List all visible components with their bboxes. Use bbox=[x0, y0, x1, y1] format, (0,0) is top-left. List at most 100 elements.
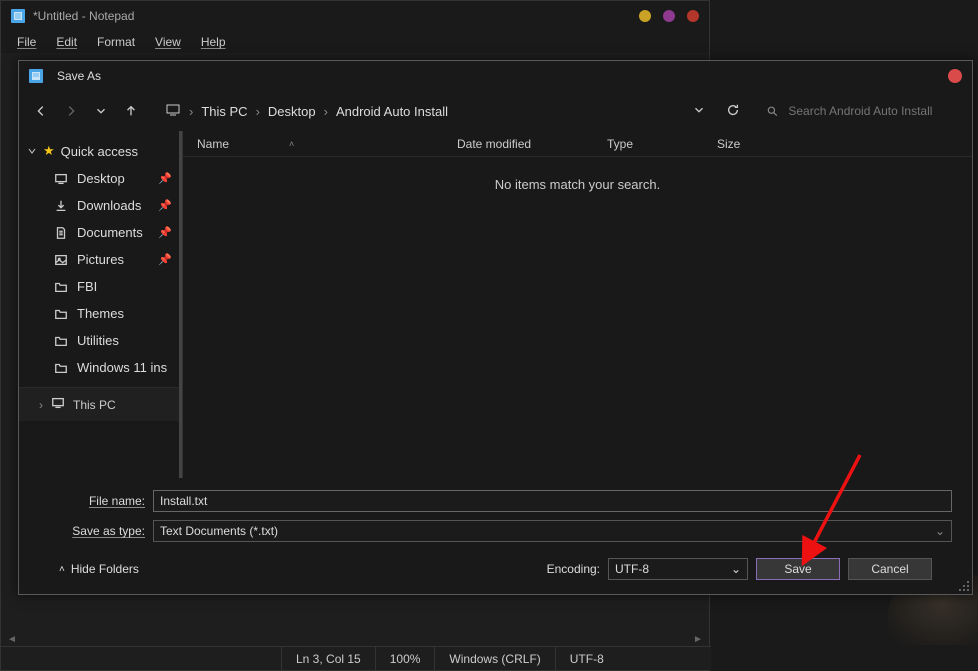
pc-icon bbox=[165, 102, 181, 121]
menubar: File Edit Format View Help bbox=[1, 31, 709, 53]
column-headers[interactable]: Name˄ Date modified Type Size bbox=[183, 131, 972, 157]
chevron-down-icon: ⌄ bbox=[935, 524, 945, 538]
folder-icon bbox=[53, 361, 69, 375]
sidebar-item-label: Desktop bbox=[77, 171, 125, 186]
nav-back-button[interactable] bbox=[31, 101, 51, 121]
breadcrumb[interactable]: › This PC › Desktop › Android Auto Insta… bbox=[165, 102, 448, 121]
horizontal-scrollbar[interactable]: ◄ ► bbox=[5, 632, 705, 646]
sidebar-item-pictures[interactable]: Pictures 📌 bbox=[19, 246, 182, 273]
col-name[interactable]: Name˄ bbox=[183, 137, 443, 151]
cancel-button-label: Cancel bbox=[871, 562, 908, 576]
dialog-icon bbox=[29, 69, 43, 83]
savetype-row: Save as type: Text Documents (*.txt) ⌄ bbox=[39, 520, 952, 542]
breadcrumb-thispc[interactable]: This PC bbox=[201, 104, 247, 119]
save-as-dialog: Save As › This PC › Desktop › Android Au… bbox=[18, 60, 973, 595]
sidebar-item-downloads[interactable]: Downloads 📌 bbox=[19, 192, 182, 219]
bottom-row: ˄ Hide Folders Encoding: UTF-8 ⌄ Save Ca… bbox=[39, 550, 952, 580]
dialog-footer: File name: Save as type: Text Documents … bbox=[19, 478, 972, 594]
statusbar-spacer bbox=[1, 647, 281, 670]
filename-label: File name: bbox=[39, 494, 145, 508]
minimize-button[interactable] bbox=[639, 10, 651, 22]
save-button-label: Save bbox=[784, 562, 811, 576]
save-button[interactable]: Save bbox=[756, 558, 840, 580]
statusbar-zoom: 100% bbox=[375, 647, 435, 670]
search-icon bbox=[766, 104, 778, 118]
window-title: *Untitled - Notepad bbox=[33, 9, 134, 23]
maximize-button[interactable] bbox=[663, 10, 675, 22]
breadcrumb-sep: › bbox=[324, 104, 328, 119]
star-icon: ★ bbox=[43, 143, 55, 159]
downloads-icon bbox=[53, 199, 69, 213]
sidebar-item-themes[interactable]: Themes bbox=[19, 300, 182, 327]
notepad-titlebar[interactable]: *Untitled - Notepad bbox=[1, 1, 709, 31]
statusbar-eol: Windows (CRLF) bbox=[434, 647, 554, 670]
sidebar-item-documents[interactable]: Documents 📌 bbox=[19, 219, 182, 246]
scroll-right-icon[interactable]: ► bbox=[691, 632, 705, 646]
empty-folder-message: No items match your search. bbox=[183, 157, 972, 212]
savetype-value: Text Documents (*.txt) bbox=[160, 524, 278, 538]
sidebar-item-label: Documents bbox=[77, 225, 143, 240]
hide-folders-button[interactable]: ˄ Hide Folders bbox=[59, 562, 139, 576]
breadcrumb-current[interactable]: Android Auto Install bbox=[336, 104, 448, 119]
filename-row: File name: bbox=[39, 490, 952, 512]
quick-access-label: Quick access bbox=[61, 144, 138, 159]
menu-view[interactable]: View bbox=[147, 33, 189, 51]
sidebar-item-label: Pictures bbox=[77, 252, 124, 267]
sidebar-item-utilities[interactable]: Utilities bbox=[19, 327, 182, 354]
nav-up-button[interactable] bbox=[121, 101, 141, 121]
file-list-area: Name˄ Date modified Type Size No items m… bbox=[183, 131, 972, 478]
desktop-icon bbox=[53, 172, 69, 186]
breadcrumb-sep: › bbox=[189, 104, 193, 119]
sidebar-scrollbar[interactable] bbox=[179, 131, 182, 478]
sidebar-item-win11[interactable]: Windows 11 ins bbox=[19, 354, 182, 381]
chevron-up-icon: ˄ bbox=[59, 564, 65, 575]
encoding-label: Encoding: bbox=[547, 562, 600, 576]
savetype-select[interactable]: Text Documents (*.txt) ⌄ bbox=[153, 520, 952, 542]
pin-icon: 📌 bbox=[158, 172, 172, 185]
search-input[interactable] bbox=[788, 104, 954, 118]
folder-icon bbox=[53, 334, 69, 348]
pin-icon: 📌 bbox=[158, 226, 172, 239]
nav-recent-button[interactable] bbox=[91, 101, 111, 121]
col-size[interactable]: Size bbox=[703, 137, 783, 151]
pin-icon: 📌 bbox=[158, 253, 172, 266]
col-date[interactable]: Date modified bbox=[443, 137, 593, 151]
menu-edit[interactable]: Edit bbox=[48, 33, 85, 51]
breadcrumb-dropdown[interactable] bbox=[692, 103, 706, 120]
scroll-left-icon[interactable]: ◄ bbox=[5, 632, 19, 646]
sidebar-item-thispc[interactable]: › This PC bbox=[19, 387, 182, 421]
menu-file[interactable]: File bbox=[9, 33, 44, 51]
notepad-icon bbox=[11, 9, 25, 23]
col-type[interactable]: Type bbox=[593, 137, 703, 151]
quick-access-header[interactable]: ★ Quick access bbox=[19, 137, 182, 165]
breadcrumb-desktop[interactable]: Desktop bbox=[268, 104, 316, 119]
close-button[interactable] bbox=[687, 10, 699, 22]
menu-format[interactable]: Format bbox=[89, 33, 143, 51]
chevron-down-icon bbox=[27, 146, 37, 156]
sidebar-item-fbi[interactable]: FBI bbox=[19, 273, 182, 300]
window-controls bbox=[639, 10, 699, 22]
encoding-value: UTF-8 bbox=[615, 562, 649, 576]
chevron-down-icon: ⌄ bbox=[731, 562, 741, 576]
filename-input[interactable] bbox=[153, 490, 952, 512]
nav-forward-button[interactable] bbox=[61, 101, 81, 121]
sidebar-item-desktop[interactable]: Desktop 📌 bbox=[19, 165, 182, 192]
resize-grip[interactable] bbox=[958, 580, 970, 592]
refresh-button[interactable] bbox=[726, 103, 740, 120]
search-box[interactable] bbox=[760, 100, 960, 122]
sidebar-item-label: FBI bbox=[77, 279, 97, 294]
dialog-body: ★ Quick access Desktop 📌 Downloads 📌 Doc… bbox=[19, 131, 972, 478]
savetype-label: Save as type: bbox=[39, 524, 145, 538]
dialog-title: Save As bbox=[57, 69, 101, 83]
col-name-label: Name bbox=[197, 137, 229, 151]
dialog-titlebar[interactable]: Save As bbox=[19, 61, 972, 91]
hide-folders-label: Hide Folders bbox=[71, 562, 139, 576]
nav-toolbar: › This PC › Desktop › Android Auto Insta… bbox=[19, 91, 972, 131]
documents-icon bbox=[53, 226, 69, 240]
pin-icon: 📌 bbox=[158, 199, 172, 212]
dialog-close-button[interactable] bbox=[948, 69, 962, 83]
sidebar-item-label: Themes bbox=[77, 306, 124, 321]
menu-help[interactable]: Help bbox=[193, 33, 234, 51]
encoding-select[interactable]: UTF-8 ⌄ bbox=[608, 558, 748, 580]
cancel-button[interactable]: Cancel bbox=[848, 558, 932, 580]
